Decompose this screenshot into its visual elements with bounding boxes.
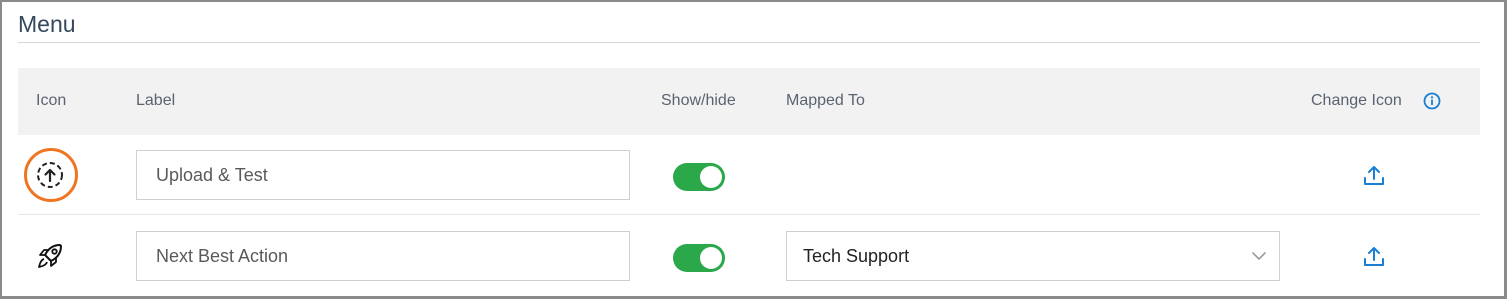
title-divider	[18, 42, 1480, 43]
section-title: Menu	[18, 11, 76, 37]
change-icon-upload-icon[interactable]	[1362, 245, 1386, 269]
show-hide-toggle[interactable]	[673, 163, 725, 191]
mapped-to-select[interactable]: Tech Support	[786, 231, 1280, 281]
toggle-knob	[700, 166, 722, 188]
header-label: Label	[136, 92, 176, 109]
header-show-hide: Show/hide	[661, 92, 736, 109]
label-input[interactable]	[136, 150, 630, 200]
header-icon: Icon	[36, 92, 67, 109]
upload-circle-icon[interactable]	[22, 147, 78, 203]
header-change-icon: Change Icon	[1311, 92, 1402, 109]
chevron-down-icon	[1251, 249, 1267, 263]
mapped-to-value: Tech Support	[803, 246, 910, 266]
table-header: Icon Label Show/hide Mapped To Change Ic…	[18, 68, 1480, 135]
change-icon-upload-icon[interactable]	[1362, 164, 1386, 188]
info-icon[interactable]	[1423, 92, 1441, 110]
rocket-icon[interactable]	[22, 228, 78, 284]
header-mapped-to: Mapped To	[786, 92, 865, 109]
label-input[interactable]	[136, 231, 630, 281]
table-row	[18, 135, 1480, 215]
table-row: Tech Support	[18, 216, 1480, 296]
menu-panel: Menu Icon Label Show/hide Mapped To Chan…	[0, 0, 1507, 299]
show-hide-toggle[interactable]	[673, 244, 725, 272]
toggle-knob	[700, 247, 722, 269]
